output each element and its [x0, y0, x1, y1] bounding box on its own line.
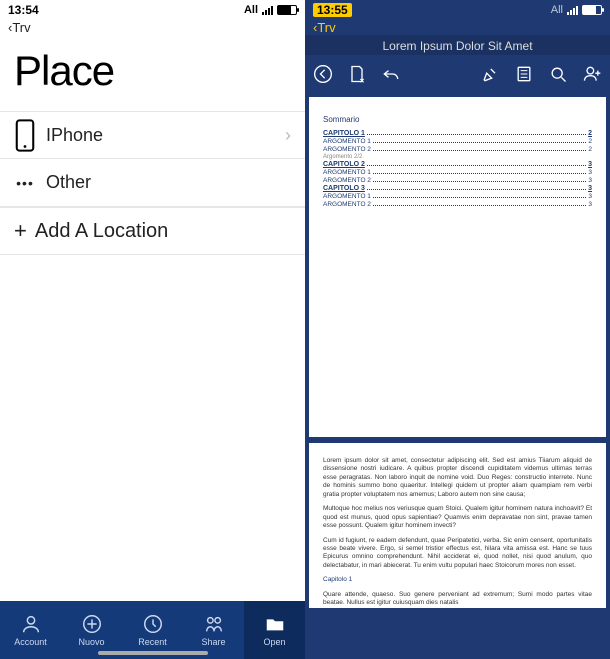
toc-entry[interactable]: ARGOMENTO 13 [323, 193, 592, 200]
body-paragraph: Quare attende, quaeso. Suo genere perven… [323, 591, 592, 608]
status-right: All [244, 4, 297, 16]
toc-entry[interactable]: CAPITOLO 23 [323, 161, 592, 168]
document-page-1[interactable]: Sommario CAPITOLO 12ARGOMENTO 12ARGOMENT… [309, 97, 606, 437]
chapter-heading: Capitolo 1 [323, 576, 592, 584]
share-icon [203, 613, 225, 635]
add-location-button[interactable]: + Add A Location [0, 207, 305, 255]
body-paragraph: Multoque hoc melius nos veriusque quam S… [323, 505, 592, 530]
status-bar: 13:55 All [305, 0, 610, 20]
reading-icon[interactable] [514, 64, 534, 84]
page-title: Place [0, 35, 305, 111]
add-label: Add A Location [35, 220, 168, 243]
phone-icon [14, 119, 36, 152]
doc-title: Lorem Ipsum Dolor Sit Amet [305, 35, 610, 55]
body-paragraph: Lorem ipsum dolor sit amet, consectetur … [323, 457, 592, 499]
toc-entry[interactable]: CAPITOLO 12 [323, 130, 592, 137]
tab-open[interactable]: Open [244, 601, 305, 659]
folder-icon [264, 613, 286, 635]
location-other[interactable]: ••• Other [0, 159, 305, 207]
file-add-icon[interactable] [347, 64, 367, 84]
dots-icon: ••• [14, 175, 36, 191]
toc-list: CAPITOLO 12ARGOMENTO 12ARGOMENTO 22Argom… [323, 130, 592, 208]
toc-heading: Sommario [323, 115, 592, 124]
back-button[interactable]: ‹Trv [305, 20, 610, 35]
signal-icon [567, 6, 578, 15]
location-iphone[interactable]: IPhone › [0, 111, 305, 159]
status-time: 13:55 [313, 3, 352, 17]
toc-entry[interactable]: ARGOMENTO 23 [323, 177, 592, 184]
status-time: 13:54 [8, 3, 39, 17]
status-right: All [551, 4, 602, 16]
chevron-right-icon: › [285, 125, 291, 146]
toc-entry[interactable]: Argomento 2/2 [323, 154, 592, 160]
pen-format-icon[interactable] [480, 64, 500, 84]
status-net: All [244, 4, 258, 16]
back-circle-icon[interactable] [313, 64, 333, 84]
battery-icon [277, 5, 297, 15]
left-pane: 13:54 All ‹Trv Place IPhone › ••• Other … [0, 0, 305, 659]
toolbar [305, 55, 610, 93]
recent-icon [142, 613, 164, 635]
search-icon[interactable] [548, 64, 568, 84]
row-label: Other [46, 172, 91, 193]
toc-entry[interactable]: ARGOMENTO 22 [323, 146, 592, 153]
body-paragraph: Cum id fugiunt, re eadem defendunt, quae… [323, 537, 592, 571]
status-bar: 13:54 All [0, 0, 305, 20]
new-icon [81, 613, 103, 635]
battery-icon [582, 5, 602, 15]
right-pane: 13:55 All ‹Trv Lorem Ipsum Dolor Sit Ame… [305, 0, 610, 659]
status-net: All [551, 4, 563, 16]
add-person-icon[interactable] [582, 64, 602, 84]
toc-entry[interactable]: CAPITOLO 33 [323, 185, 592, 192]
toc-entry[interactable]: ARGOMENTO 12 [323, 138, 592, 145]
account-icon [20, 613, 42, 635]
tab-account[interactable]: Account [0, 601, 61, 659]
plus-icon: + [14, 218, 27, 244]
home-indicator[interactable] [98, 651, 208, 655]
row-label: IPhone [46, 125, 103, 146]
back-button[interactable]: ‹Trv [0, 20, 305, 35]
undo-icon[interactable] [381, 64, 401, 84]
toc-entry[interactable]: ARGOMENTO 13 [323, 169, 592, 176]
document-page-2[interactable]: Lorem ipsum dolor sit amet, consectetur … [309, 443, 606, 608]
toc-entry[interactable]: ARGOMENTO 23 [323, 201, 592, 208]
signal-icon [262, 6, 273, 15]
